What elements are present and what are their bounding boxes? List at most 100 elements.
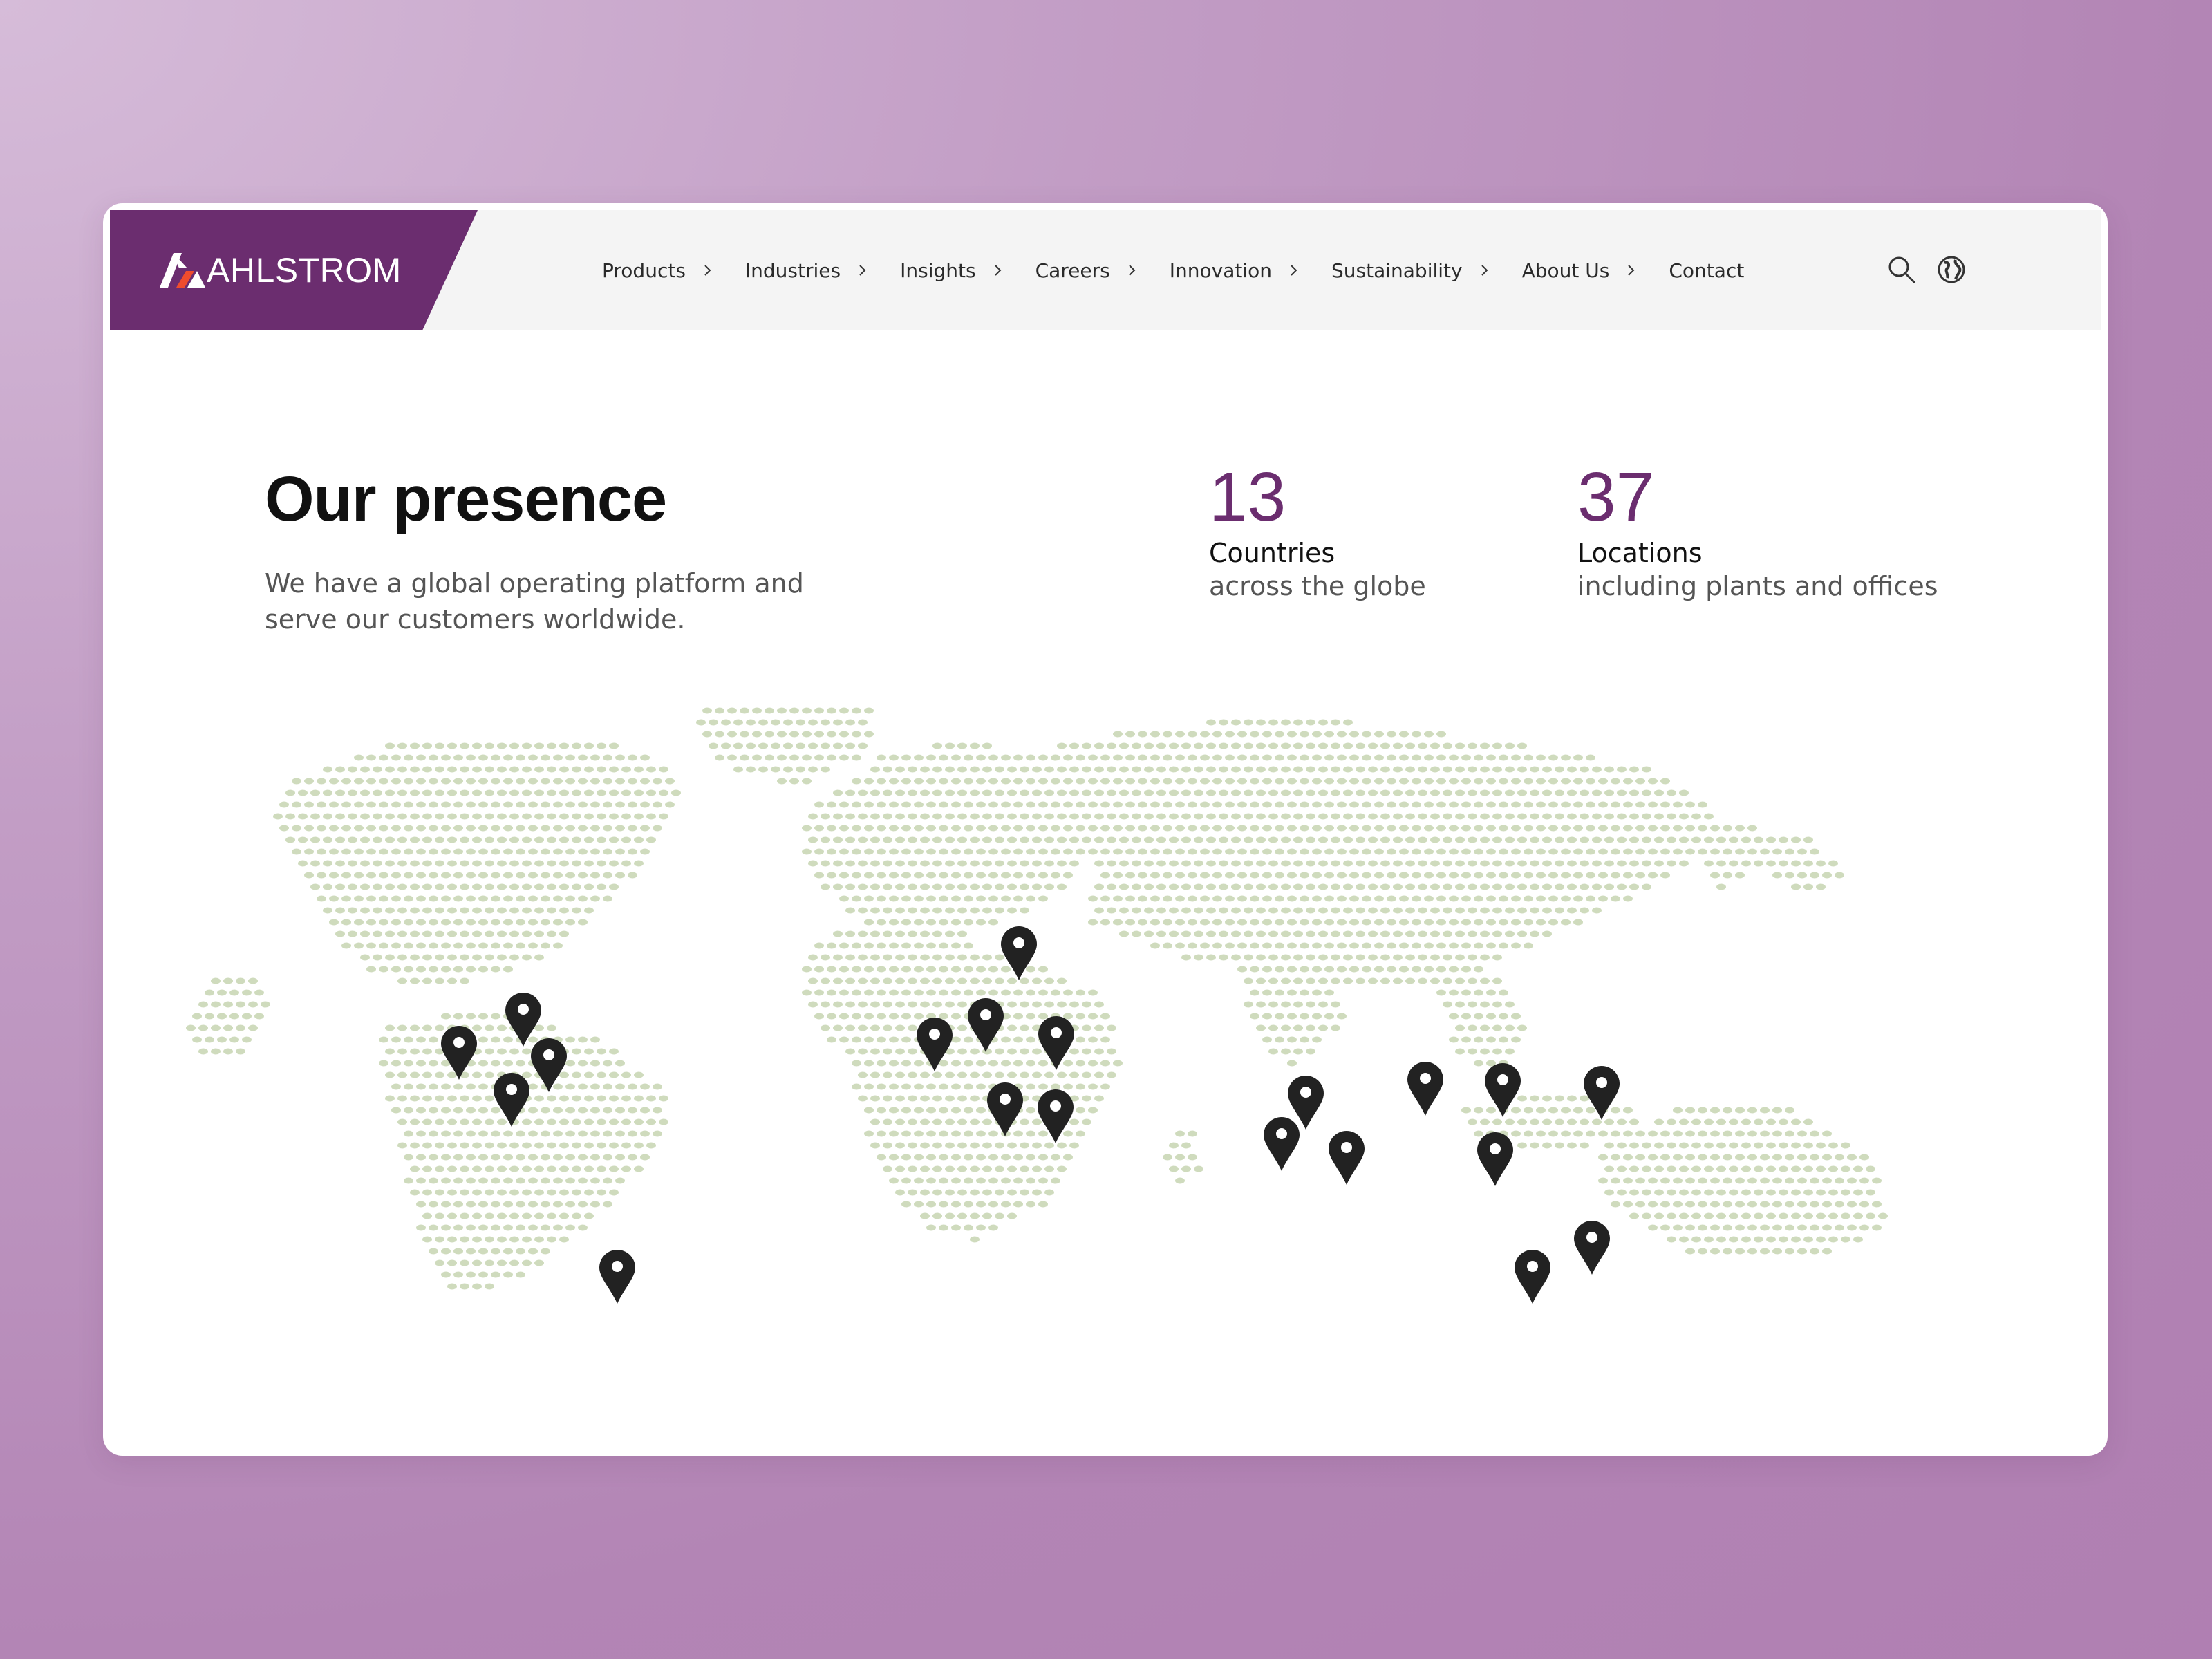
map-land-dot [1691,1118,1701,1125]
map-land-dot [1306,719,1315,726]
map-land-dot [1044,766,1054,773]
map-land-dot [553,942,563,949]
map-land-dot [1281,742,1291,749]
map-land-dot [870,1048,880,1055]
map-land-dot [1449,801,1459,808]
map-land-dot [1735,825,1745,832]
map-land-dot [404,895,413,902]
map-land-dot [1461,1107,1471,1114]
map-land-dot [1175,731,1185,738]
map-land-dot [746,766,756,773]
map-land-dot [914,1177,924,1184]
map-land-dot [889,895,899,902]
map-land-dot [1169,742,1179,749]
map-land-dot [516,1154,525,1161]
map-land-dot [1611,848,1620,855]
map-land-dot [578,825,588,832]
map-land-dot [932,977,942,984]
map-land-dot [1524,778,1533,785]
location-pin-icon[interactable] [1264,1117,1300,1171]
map-land-dot [1069,1142,1079,1149]
map-land-dot [472,1071,482,1078]
map-land-dot [1212,825,1222,832]
location-pin-icon[interactable] [494,1073,529,1127]
location-pin-icon[interactable] [599,1250,635,1304]
map-land-dot [1436,754,1446,761]
map-land-dot [746,742,756,749]
location-pin-icon[interactable] [441,1026,477,1080]
map-land-dot [1635,848,1645,855]
map-land-dot [1536,1130,1546,1137]
map-land-dot [1430,813,1440,820]
location-pin-icon[interactable] [968,998,1004,1052]
map-land-dot [1020,977,1029,984]
map-land-dot [509,813,519,820]
map-land-dot [901,825,911,832]
map-land-dot [453,778,463,785]
map-land-dot [1156,907,1166,914]
map-land-dot [1530,930,1539,937]
map-land-dot [503,966,513,973]
location-pin-icon[interactable] [987,1082,1023,1136]
map-land-dot [1418,977,1427,984]
map-land-dot [1188,754,1197,761]
map-land-dot [1044,836,1054,843]
location-pin-icon[interactable] [1477,1132,1513,1186]
map-land-dot [565,1177,575,1184]
map-land-dot [429,942,438,949]
map-land-dot [1803,1236,1813,1243]
location-pin-icon[interactable] [1407,1062,1443,1116]
map-land-dot [621,789,631,796]
location-pin-icon[interactable] [531,1038,567,1092]
map-land-dot [422,1024,432,1031]
map-land-dot [1492,1001,1502,1008]
map-land-dot [932,813,942,820]
map-land-dot [1412,801,1421,808]
map-land-dot [466,1130,476,1137]
map-land-dot [1312,966,1322,973]
map-land-dot [1474,1107,1483,1114]
map-land-dot [964,919,973,926]
map-land-dot [603,1060,612,1067]
map-land-dot [534,1024,544,1031]
map-land-dot [1698,1107,1707,1114]
map-land-dot [1063,1130,1073,1137]
map-land-dot [1337,919,1347,926]
map-land-dot [1356,836,1365,843]
map-land-dot [609,789,619,796]
map-land-dot [895,1165,905,1172]
map-land-dot [802,989,812,996]
map-land-dot [1343,742,1353,749]
map-land-dot [1181,789,1191,796]
map-land-dot [889,848,899,855]
map-land-dot [1281,930,1291,937]
map-land-dot [1125,778,1135,785]
map-land-dot [597,1071,606,1078]
map-land-dot [1293,977,1303,984]
map-land-dot [951,754,961,761]
map-land-dot [1492,1048,1502,1055]
map-land-dot [1816,1189,1826,1196]
map-land-dot [1100,754,1110,761]
location-pin-icon[interactable] [1515,1250,1550,1304]
map-land-dot [435,930,444,937]
map-land-dot [435,1118,444,1125]
map-land-dot [329,919,339,926]
map-land-dot [1604,1118,1614,1125]
map-land-dot [572,1118,581,1125]
map-land-dot [553,825,563,832]
location-pin-icon[interactable] [1329,1131,1365,1185]
map-land-dot [416,919,426,926]
map-land-dot [988,1130,998,1137]
location-pin-icon[interactable] [1574,1221,1610,1275]
map-land-dot [895,954,905,961]
map-land-dot [995,813,1004,820]
map-land-dot [547,836,556,843]
map-land-dot [429,1130,438,1137]
map-land-dot [1393,883,1403,890]
map-land-dot [1679,1118,1689,1125]
map-land-dot [1436,942,1446,949]
map-land-dot [565,1201,575,1208]
map-land-dot [242,1036,252,1043]
map-land-dot [379,1036,388,1043]
